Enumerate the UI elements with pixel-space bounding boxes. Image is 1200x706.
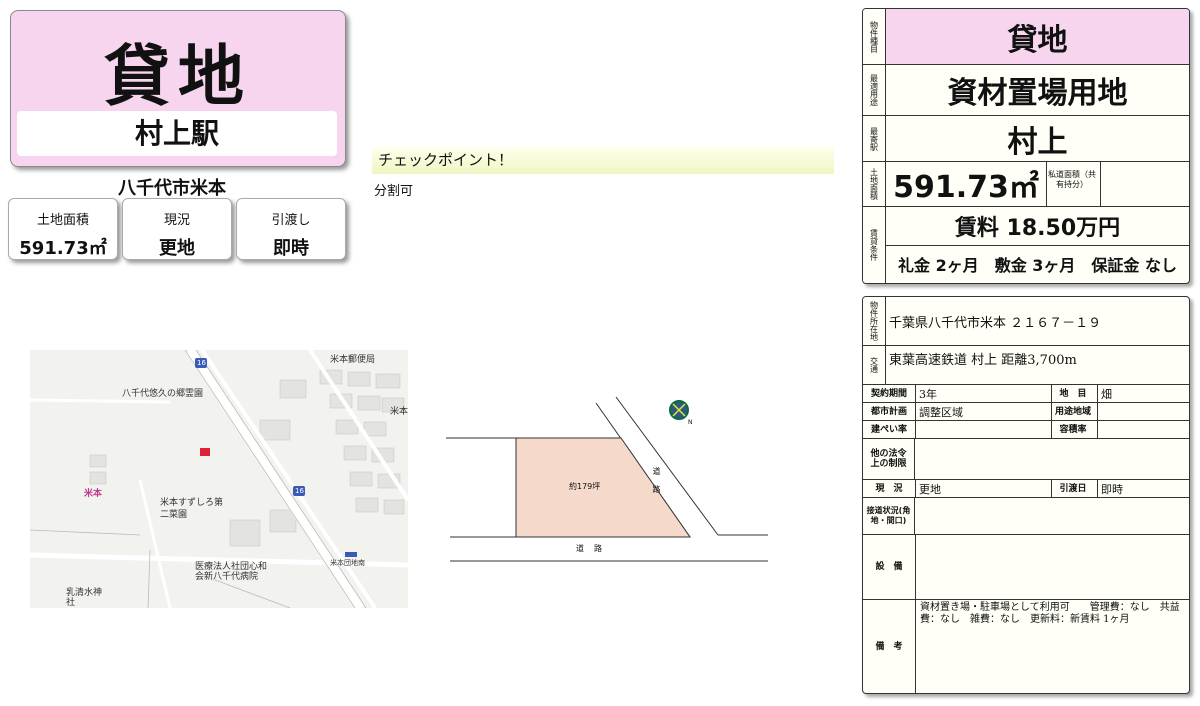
summary-type: 貸地 — [1007, 22, 1068, 58]
details-row-location: 物件所在地 千葉県八千代市米本 ２１６７－１９ — [863, 297, 1189, 346]
details-row-status: 現 況 更地 引渡日 即時 — [863, 480, 1189, 498]
details-row-other-law: 他の法令上の制限 — [863, 439, 1189, 480]
details-land-cat-head: 地 目 — [1049, 385, 1098, 402]
details-status: 更地 — [916, 480, 1052, 497]
details-bcr-head: 建ぺい率 — [863, 421, 916, 438]
route-16-shield-north: 16 — [197, 359, 206, 367]
details-zoning-head: 用途地域 — [1049, 403, 1098, 420]
map-label-yonemoto-ne: 米本 — [390, 407, 408, 417]
summary-private-road-head: 私道面積（共有持分） — [1048, 170, 1096, 189]
handover-card-label: 引渡し — [271, 213, 311, 228]
details-road-head: 接道状況(角地・間口) — [863, 498, 915, 534]
area-card-value: 591.73㎡ — [19, 238, 107, 259]
area-divider — [1100, 162, 1101, 206]
status-card: 現況 更地 — [122, 198, 232, 260]
map-label-yonemoto: 米本 — [84, 489, 103, 499]
details-land-cat: 畑 — [1101, 387, 1112, 401]
route-16-shield-south: 16 — [295, 487, 304, 495]
location-map: 米本郵便局 八千代悠久の郷霊園 米本 米本 米本すずしろ第二菜園 医療法人社団心… — [30, 350, 408, 608]
summary-station: 村上 — [1007, 124, 1068, 160]
handover-card-value: 即時 — [273, 238, 309, 259]
status-card-label: 現況 — [163, 213, 190, 228]
summary-row-type: 物件種目 貸地 — [863, 9, 1189, 65]
details-far — [1098, 421, 1189, 438]
details-row-bcr: 建ぺい率 容積率 — [863, 421, 1189, 439]
summary-row-area: 土地面積 591.73㎡ 私道面積（共有持分） — [863, 162, 1189, 207]
details-table: 物件所在地 千葉県八千代市米本 ２１６７－１９ 交通 東葉高速鉄道 村上 距離3… — [862, 296, 1190, 694]
details-handover: 即時 — [1101, 482, 1123, 496]
details-handover-head: 引渡日 — [1049, 480, 1098, 497]
details-far-head: 容積率 — [1049, 421, 1098, 438]
details-bcr — [916, 421, 1052, 438]
details-contract: 3年 — [916, 385, 1052, 402]
details-city-plan: 調整区域 — [916, 403, 1052, 420]
summary-station-head: 最寄駅 — [863, 116, 886, 161]
details-row-transport: 交通 東葉高速鉄道 村上 距離3,700m — [863, 346, 1189, 385]
summary-type-head: 物件種目 — [863, 9, 886, 64]
details-equipment-head: 設 備 — [863, 535, 916, 599]
summary-area: 591.73㎡ — [886, 162, 1047, 206]
details-status-head: 現 況 — [863, 480, 916, 497]
area-card-label: 土地面積 — [36, 213, 89, 228]
details-remarks-head: 備 考 — [863, 600, 916, 693]
details-city-plan-head: 都市計画 — [863, 403, 916, 420]
handover-card: 引渡し 即時 — [236, 198, 346, 260]
road-label-bottom: 道路 — [576, 544, 612, 553]
details-contract-head: 契約期間 — [863, 385, 916, 402]
summary-row-station: 最寄駅 村上 — [863, 116, 1189, 162]
address-line: 八千代市米本 — [118, 178, 226, 199]
summary-deposits: 礼金 2ヶ月 敷金 3ヶ月 保証金 なし — [898, 256, 1177, 275]
checkpoint-heading: チェックポイント！ — [372, 146, 834, 174]
details-row-equipment: 設 備 — [863, 535, 1189, 600]
details-location: 千葉県八千代市米本 ２１６７－１９ — [889, 315, 1102, 331]
summary-rent: 賃料 18.50万円 — [886, 207, 1189, 246]
title-card: 貸地 村上駅 — [10, 10, 346, 167]
summary-use-head: 最適用途 — [863, 65, 886, 115]
summary-use: 資材置場用地 — [947, 76, 1128, 111]
plot-diagram: 約179坪 道路 道路 N — [446, 395, 776, 570]
details-row-contract: 契約期間 3年 地 目 畑 — [863, 385, 1189, 403]
details-row-road: 接道状況(角地・間口) — [863, 498, 1189, 535]
summary-row-conditions: 賃貸条件 賃料 18.50万円 礼金 2ヶ月 敷金 3ヶ月 保証金 なし — [863, 207, 1189, 283]
checkpoint-text: 分割可 — [374, 184, 414, 199]
details-zoning — [1098, 403, 1189, 420]
map-label-post-office: 米本郵便局 — [330, 355, 376, 365]
details-location-head: 物件所在地 — [863, 297, 886, 345]
property-type-title: 貸地 — [104, 38, 252, 115]
status-card-value: 更地 — [159, 238, 195, 259]
details-row-remarks: 備 考 資材置き場・駐車場として利用可 管理費：なし 共益費：なし 雑費：なし … — [863, 600, 1189, 693]
map-label-shrine: 乳清水神社 — [66, 588, 103, 608]
details-transport-head: 交通 — [863, 346, 886, 384]
north-label: N — [688, 419, 693, 426]
lot-area-label: 約179坪 — [569, 482, 601, 491]
details-remarks: 資材置き場・駐車場として利用可 管理費：なし 共益費：なし 雑費：なし 更新料：… — [920, 602, 1180, 625]
station-name: 村上駅 — [17, 111, 337, 156]
details-transport: 東葉高速鉄道 村上 距離3,700m — [889, 353, 1077, 368]
map-label-station: 米本団地南 — [330, 559, 365, 567]
summary-conditions-head: 賃貸条件 — [863, 207, 886, 283]
summary-row-use: 最適用途 資材置場用地 — [863, 65, 1189, 116]
map-label-hospital: 医療法人社団心和会新八千代病院 — [195, 562, 268, 582]
summary-table: 物件種目 貸地 最適用途 資材置場用地 最寄駅 村上 土地面積 591.73㎡ … — [862, 8, 1190, 284]
area-card: 土地面積 591.73㎡ — [8, 198, 118, 260]
details-row-city-plan: 都市計画 調整区域 用途地域 — [863, 403, 1189, 421]
road-label-diagonal: 道路 — [652, 467, 661, 503]
details-other-law-head: 他の法令上の制限 — [863, 439, 915, 479]
summary-area-head: 土地面積 — [863, 162, 886, 206]
map-label-cemetery: 八千代悠久の郷霊園 — [122, 389, 204, 399]
map-label-farm: 米本すずしろ第二菜園 — [160, 498, 224, 520]
